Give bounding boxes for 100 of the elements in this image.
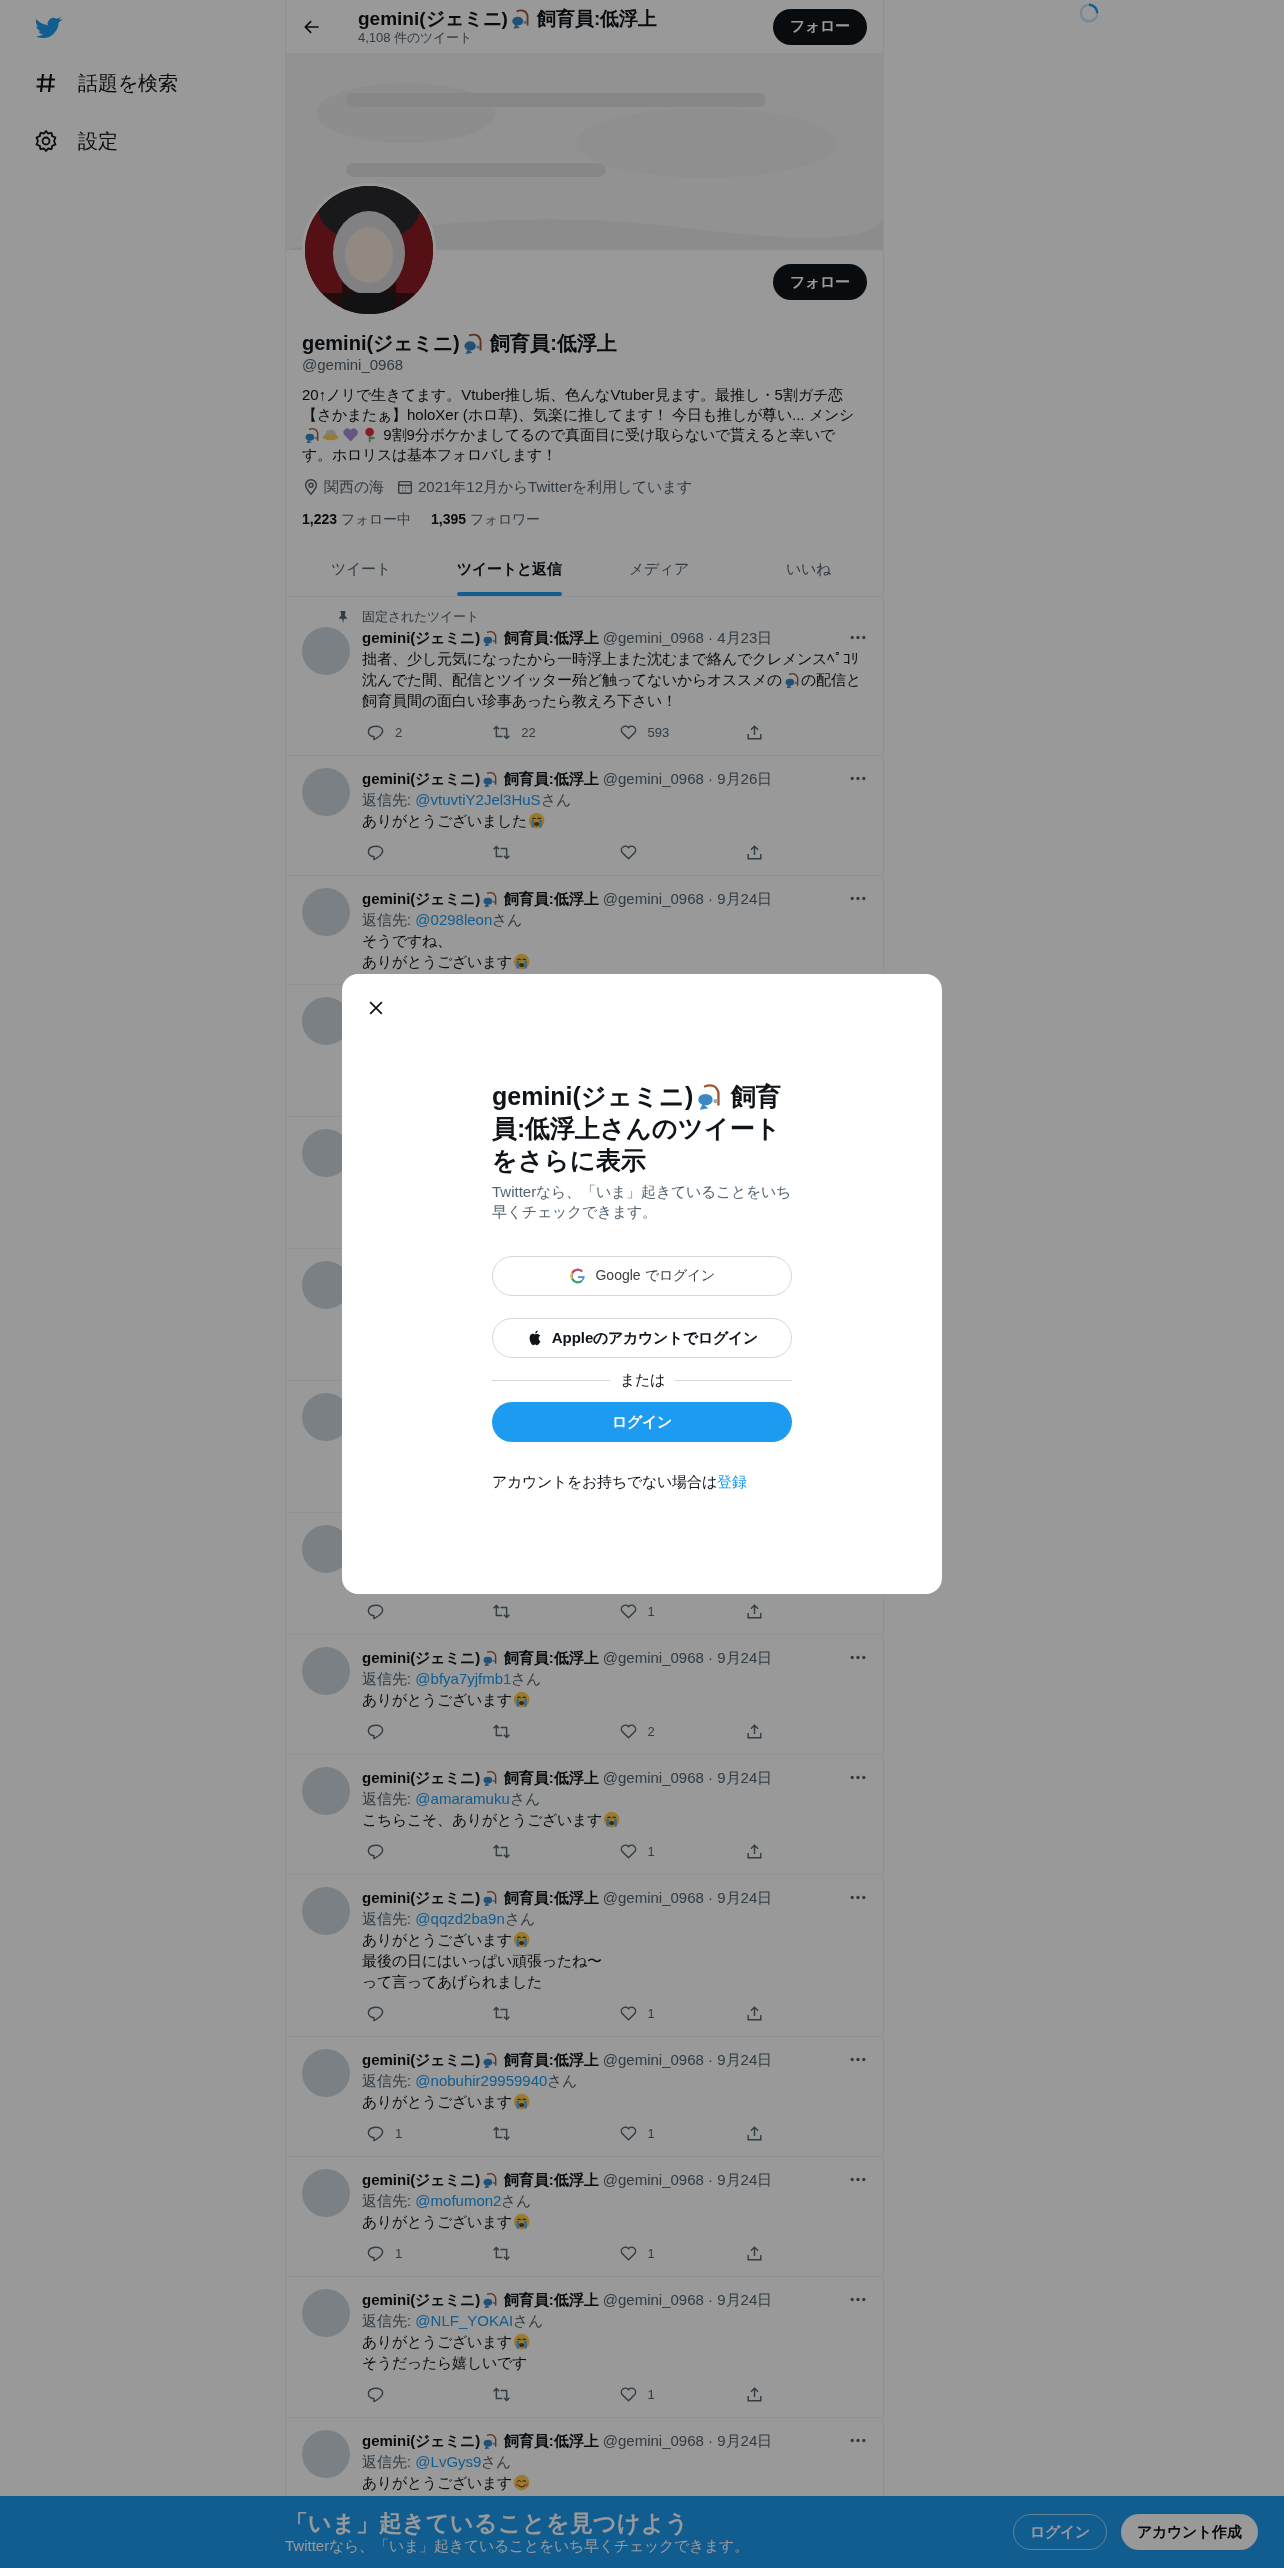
reply-icon[interactable]	[366, 2003, 385, 2023]
nav-item[interactable]: 設定	[34, 118, 118, 164]
fishing-icon	[481, 628, 499, 646]
tweet-text: こちらこそ、ありがとうございます	[362, 1811, 602, 1828]
following-label[interactable]: フォロー中	[341, 509, 412, 529]
like-icon[interactable]	[618, 1721, 638, 1741]
follow-button[interactable]: フォロー	[773, 264, 867, 300]
tweet-text: ありがとうございます	[362, 953, 512, 970]
share-icon[interactable]	[744, 1841, 764, 1861]
mention-link[interactable]: @mofumon2	[415, 2192, 502, 2209]
more-icon[interactable]	[849, 2297, 867, 2302]
profile-bio: 20↑ノリで生きてます。Vtuber推し垢、色んなVtuber見ます。最推し・5割ガチ恋	[302, 386, 843, 403]
profile-name: gemini(ジェミニ)	[358, 8, 508, 29]
crying-face-icon	[513, 2092, 531, 2110]
signup-button[interactable]: アカウント作成	[1121, 2514, 1258, 2550]
more-icon[interactable]	[849, 2057, 867, 2062]
like-icon[interactable]	[618, 722, 638, 742]
mention-link[interactable]: @LvGys9	[415, 2453, 482, 2470]
google-login-button[interactable]: Google でログイン	[492, 1256, 792, 1296]
login-button[interactable]: ログイン	[492, 1402, 792, 1442]
share-icon[interactable]	[744, 1601, 764, 1621]
pin-icon	[336, 610, 350, 624]
reply-icon[interactable]	[366, 2123, 385, 2143]
dialog-subtitle: Twitterなら、「いま」起きていることをいち早くチェックできます。	[492, 1182, 792, 1222]
tweet-text: そうですね、	[362, 932, 452, 949]
smiling-face-icon	[513, 2473, 531, 2491]
more-icon[interactable]	[849, 635, 867, 640]
profile-tab[interactable]: メディア	[584, 543, 734, 596]
mention-link[interactable]: @vtuvtiY2Jel3HuS	[415, 791, 541, 808]
reply-icon[interactable]	[366, 2243, 385, 2263]
signup-link[interactable]: 登録	[717, 1473, 747, 1490]
profile-bio: 【さかまたぁ】holoXer (ホロ草)、気楽に推してます！ 今日も推しが尊い... メンシ	[302, 406, 854, 423]
profile-bio: 9割9分ボケかましてるので真面目に受け取らないで貰えると幸いで	[382, 426, 835, 443]
nav-item[interactable]: 話題を検索	[34, 60, 178, 106]
share-icon[interactable]	[744, 2243, 764, 2263]
mention-link[interactable]: @qqzd2ba9n	[415, 1910, 505, 1927]
share-icon[interactable]	[744, 2384, 764, 2404]
tweet-author: 飼育員:低浮上	[502, 2432, 599, 2449]
tweet-text: ありがとうございます	[362, 2333, 512, 2350]
mention-link[interactable]: @NLF_YOKAI	[415, 2312, 514, 2329]
mention-link[interactable]: @nobuhir29959940	[415, 2072, 548, 2089]
fishing-icon	[481, 2170, 499, 2188]
tweet-meta: @gemini_0968 · 9月24日	[602, 2050, 773, 2070]
apple-login-button[interactable]: Appleのアカウントでログイン	[492, 1318, 792, 1358]
tweet-text: そうだったら嬉しいです	[362, 2354, 527, 2371]
share-icon[interactable]	[744, 2003, 764, 2023]
profile-tab[interactable]: ツイートと返信	[435, 543, 585, 596]
reply-icon[interactable]	[366, 2384, 385, 2404]
share-icon[interactable]	[744, 722, 764, 742]
tweet-count: 4,108 件のツイート	[358, 30, 474, 46]
reply-icon[interactable]	[366, 1721, 385, 1741]
like-icon[interactable]	[618, 842, 638, 862]
reply-context: 返信先: @nobuhir29959940さん	[362, 2071, 579, 2091]
followers-label[interactable]: フォロワー	[470, 509, 541, 529]
more-icon[interactable]	[849, 896, 867, 901]
share-icon[interactable]	[744, 2123, 764, 2143]
share-icon[interactable]	[744, 1721, 764, 1741]
reply-context: 返信先: @LvGys9さん	[362, 2452, 513, 2472]
tweet-author: gemini(ジェミニ)	[362, 1649, 481, 1666]
more-icon[interactable]	[849, 2177, 867, 2182]
followers-count[interactable]: 1,395	[431, 509, 467, 529]
reply-count: 2	[395, 724, 403, 740]
reply-context: 返信先: @mofumon2さん	[362, 2191, 533, 2211]
more-icon[interactable]	[849, 1655, 867, 1660]
profile-tab[interactable]: いいね	[733, 543, 883, 596]
like-icon[interactable]	[618, 1601, 638, 1621]
dialog-title: をさらに表示	[492, 1146, 646, 1174]
crying-face-icon	[528, 811, 546, 829]
reply-icon[interactable]	[366, 842, 385, 862]
share-icon[interactable]	[744, 842, 764, 862]
mention-link[interactable]: @0298leon	[415, 911, 493, 928]
tweet-meta: @gemini_0968 · 9月24日	[602, 2431, 773, 2451]
fishing-icon	[481, 1648, 499, 1666]
more-icon[interactable]	[849, 2438, 867, 2443]
like-icon[interactable]	[618, 2123, 638, 2143]
follow-button[interactable]: フォロー	[773, 8, 867, 45]
like-icon[interactable]	[618, 2243, 638, 2263]
tweet-text: ありがとうございます	[362, 1691, 512, 1708]
profile-tab[interactable]: ツイート	[286, 543, 436, 596]
more-icon[interactable]	[849, 1775, 867, 1780]
like-icon[interactable]	[618, 1841, 638, 1861]
more-icon[interactable]	[849, 1895, 867, 1900]
tweet-text: 沈んでた間、配信とツイッター殆ど触ってないからオススメの	[362, 671, 782, 688]
reply-icon[interactable]	[366, 722, 385, 742]
reply-icon[interactable]	[366, 1841, 385, 1861]
hashtag-icon	[34, 71, 58, 95]
heart-icon	[341, 425, 359, 443]
like-icon[interactable]	[618, 2384, 638, 2404]
tweet-meta: @gemini_0968 · 9月24日	[602, 1768, 773, 1788]
reply-icon[interactable]	[366, 1601, 385, 1621]
like-count: 1	[647, 1843, 655, 1859]
mention-link[interactable]: @amaramuku	[415, 1790, 510, 1807]
like-icon[interactable]	[618, 2003, 638, 2023]
following-count[interactable]: 1,223	[302, 509, 338, 529]
crying-face-icon	[513, 2332, 531, 2350]
dialog-title: 飼育	[729, 1082, 781, 1110]
mention-link[interactable]: @bfya7yjfmb1	[415, 1670, 512, 1687]
more-icon[interactable]	[849, 776, 867, 781]
crying-face-icon	[513, 952, 531, 970]
signup-prompt: アカウントをお持ちでない場合は登録	[492, 1472, 748, 1492]
